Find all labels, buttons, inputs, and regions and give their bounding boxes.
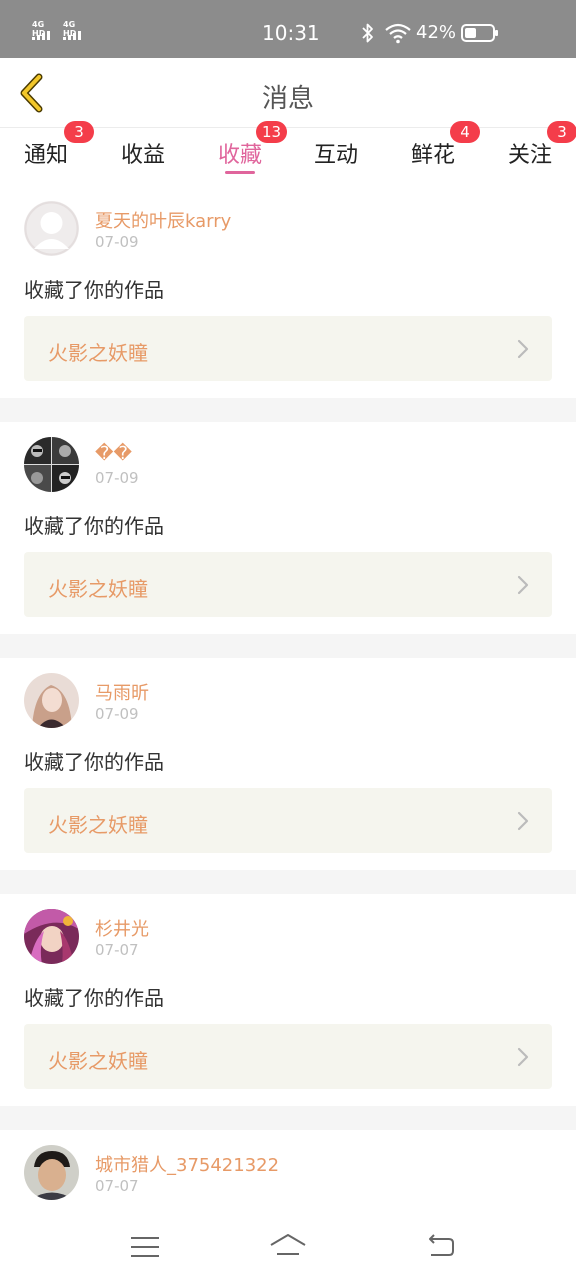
divider — [0, 634, 576, 658]
username[interactable]: 夏天的叶辰karry — [95, 207, 231, 233]
date: 07-07 — [95, 1177, 139, 1195]
list-item: �� 07-09 收藏了你的作品 火影之妖瞳 — [0, 422, 576, 634]
username[interactable]: �� — [95, 443, 132, 464]
divider — [0, 1106, 576, 1130]
tab-notifications[interactable]: 通知 3 — [1, 121, 94, 186]
date: 07-09 — [95, 705, 139, 723]
avatar[interactable] — [24, 201, 79, 256]
back-icon — [429, 1234, 454, 1256]
tab-bar: 通知 3 收益 收藏 13 互动 鲜花 4 关注 3 — [0, 121, 576, 186]
chevron-right-icon — [517, 575, 529, 595]
action-text: 收藏了你的作品 — [24, 278, 164, 302]
battery-percent: 42% — [416, 22, 457, 43]
home-button[interactable] — [268, 1230, 308, 1264]
tab-badge: 13 — [256, 121, 288, 143]
work-card[interactable]: 火影之妖瞳 — [24, 552, 552, 617]
signal-icon: 4G HD — [32, 20, 58, 42]
home-icon — [270, 1234, 306, 1255]
chevron-right-icon — [517, 811, 529, 831]
divider — [0, 870, 576, 894]
divider — [0, 398, 576, 422]
chevron-right-icon — [517, 339, 529, 359]
page-title: 消息 — [261, 84, 314, 114]
username[interactable]: 马雨昕 — [95, 679, 149, 705]
chevron-right-icon — [517, 1047, 529, 1067]
username[interactable]: 杉井光 — [95, 915, 149, 941]
date: 07-07 — [95, 941, 139, 959]
wifi-icon — [385, 23, 411, 44]
avatar[interactable] — [24, 437, 79, 492]
tab-badge: 3 — [547, 121, 576, 143]
action-text: 收藏了你的作品 — [24, 750, 164, 774]
action-text: 收藏了你的作品 — [24, 514, 164, 538]
tab-badge: 4 — [450, 121, 480, 143]
signal-icon: 4G HD — [63, 20, 89, 42]
bluetooth-icon — [362, 23, 373, 43]
work-title: 火影之妖瞳 — [48, 577, 148, 601]
list-item: 夏天的叶辰karry 07-09 收藏了你的作品 火影之妖瞳 — [0, 186, 576, 398]
tab-favorites[interactable]: 收藏 13 — [195, 121, 288, 186]
date: 07-09 — [95, 469, 139, 487]
username[interactable]: 城市猎人_375421322 — [95, 1151, 279, 1177]
date: 07-09 — [95, 233, 139, 251]
list-item: 杉井光 07-07 收藏了你的作品 火影之妖瞳 — [0, 894, 576, 1106]
work-title: 火影之妖瞳 — [48, 341, 148, 365]
menu-button[interactable] — [125, 1230, 165, 1264]
status-time: 10:31 — [262, 21, 320, 45]
work-card[interactable]: 火影之妖瞳 — [24, 1024, 552, 1089]
avatar[interactable] — [24, 909, 79, 964]
work-card[interactable]: 火影之妖瞳 — [24, 316, 552, 381]
tab-earnings[interactable]: 收益 — [98, 128, 188, 186]
tab-follows[interactable]: 关注 3 — [485, 121, 576, 186]
tab-flowers[interactable]: 鲜花 4 — [388, 121, 480, 186]
list-item: 马雨昕 07-09 收藏了你的作品 火影之妖瞳 — [0, 658, 576, 870]
tab-label: 互动 — [313, 143, 358, 168]
avatar[interactable] — [24, 673, 79, 728]
tab-badge: 3 — [64, 121, 94, 143]
work-card[interactable]: 火影之妖瞳 — [24, 788, 552, 853]
favorites-feed: 夏天的叶辰karry 07-09 收藏了你的作品 火影之妖瞳 �� 07-09 … — [0, 186, 576, 1240]
action-text: 收藏了你的作品 — [24, 986, 164, 1010]
work-title: 火影之妖瞳 — [48, 813, 148, 837]
back-nav-button[interactable] — [419, 1230, 459, 1264]
battery-icon — [461, 24, 498, 42]
work-title: 火影之妖瞳 — [48, 1049, 148, 1073]
menu-icon — [131, 1237, 159, 1257]
header: 消息 — [0, 58, 576, 128]
active-tab-indicator — [225, 171, 255, 174]
tab-label: 收益 — [120, 143, 165, 168]
tab-interactions[interactable]: 互动 — [291, 128, 381, 186]
avatar[interactable] — [24, 1145, 79, 1200]
status-bar: 4G HD 4G HD 10:31 42% — [0, 0, 576, 58]
system-nav-bar — [0, 1210, 576, 1280]
